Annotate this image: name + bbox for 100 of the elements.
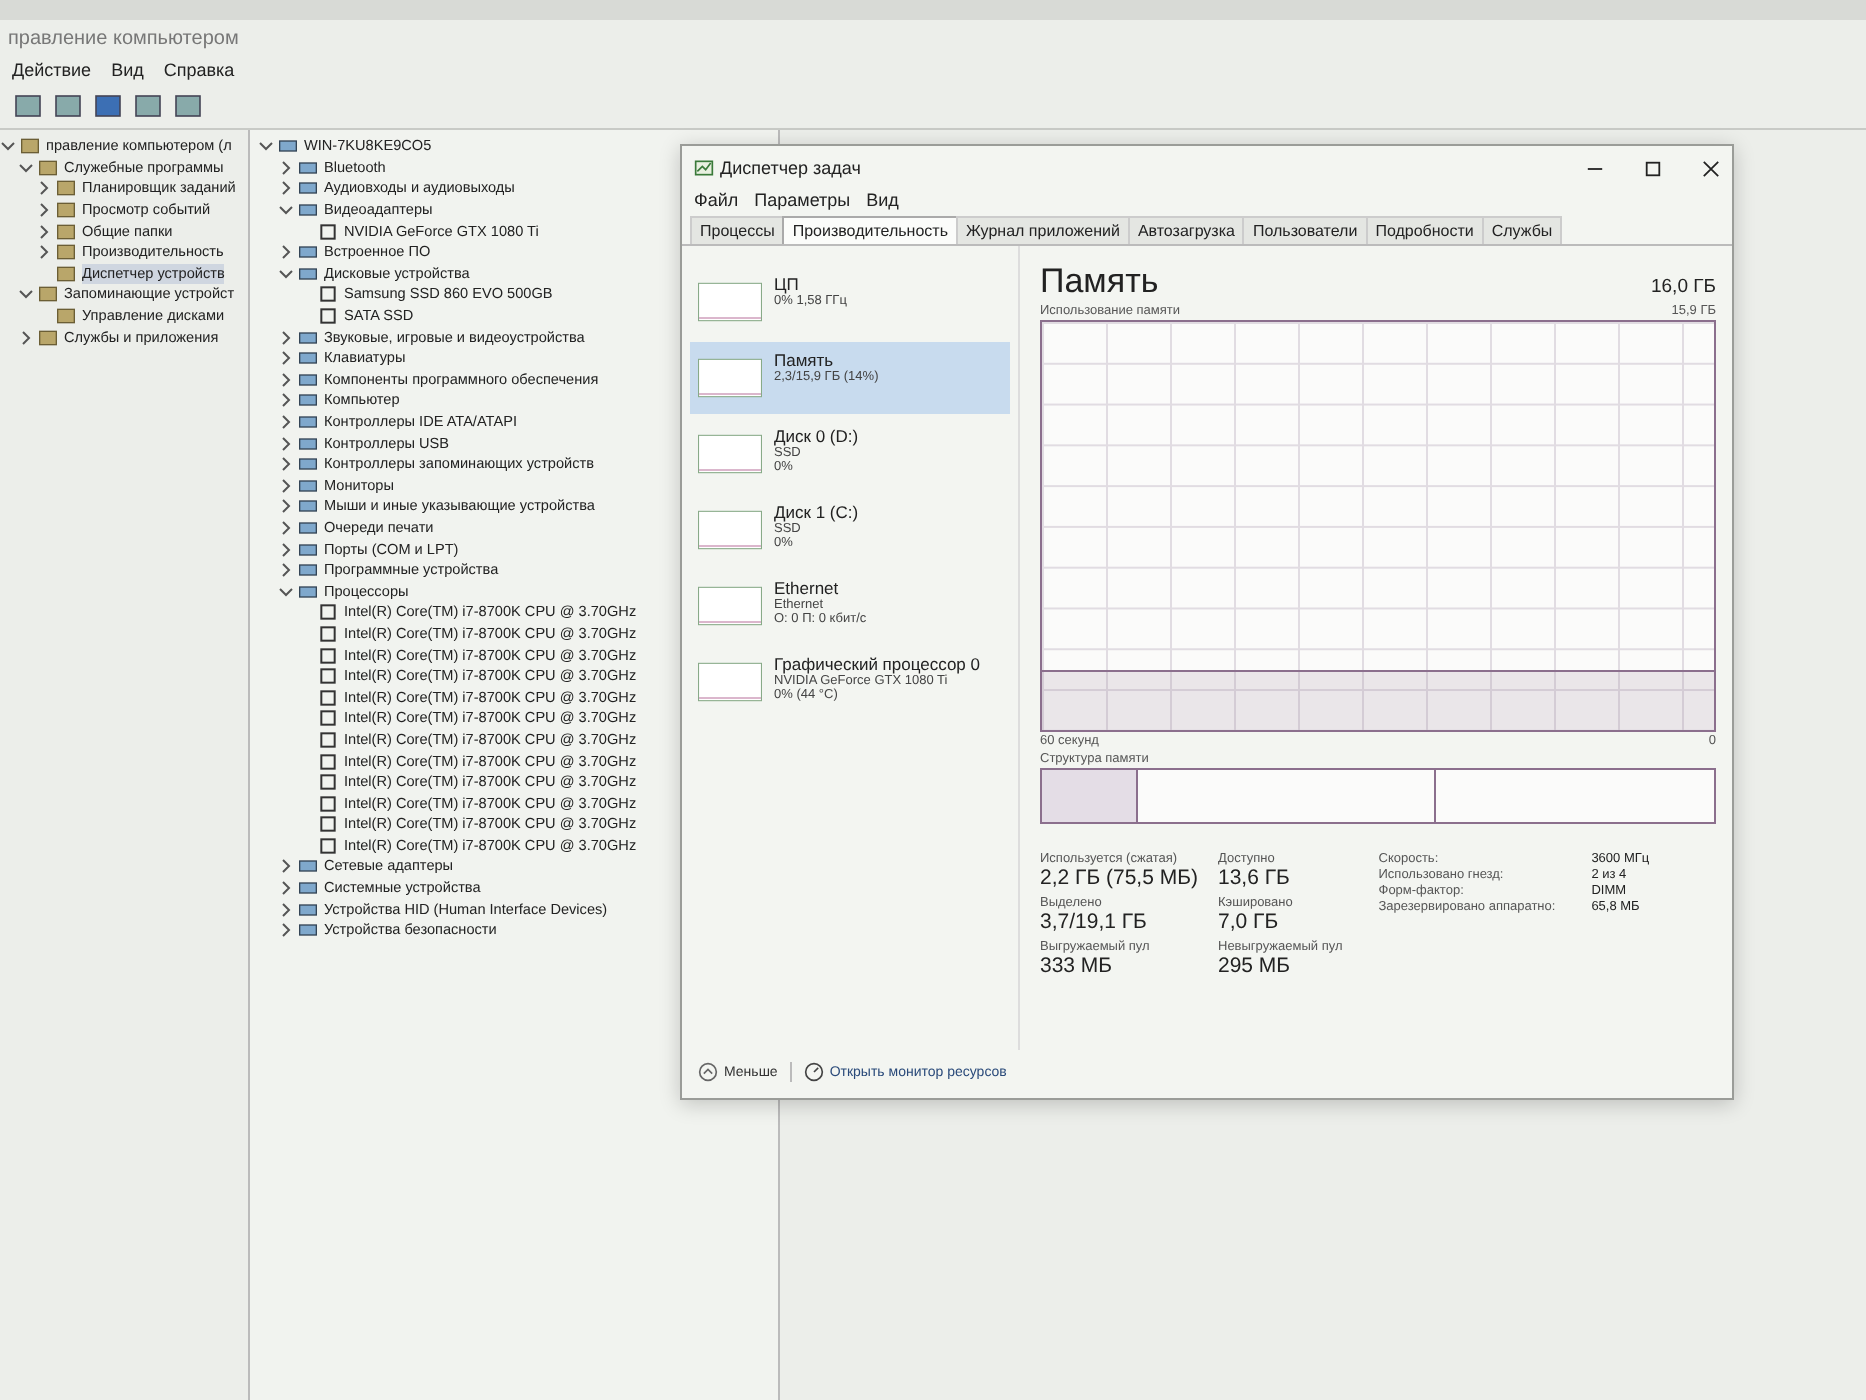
chevron-icon[interactable] bbox=[278, 180, 294, 197]
chevron-circle-icon bbox=[698, 1062, 718, 1082]
chevron-icon[interactable] bbox=[18, 286, 34, 303]
chevron-icon[interactable] bbox=[278, 901, 294, 918]
chip-icon bbox=[318, 708, 338, 729]
chevron-icon[interactable] bbox=[278, 519, 294, 536]
chip-icon bbox=[318, 772, 338, 793]
tab[interactable]: Производительность bbox=[782, 216, 958, 244]
tab[interactable]: Службы bbox=[1481, 216, 1563, 244]
menu-item[interactable]: Действие bbox=[12, 60, 92, 80]
chevron-icon[interactable] bbox=[278, 562, 294, 579]
tool-icon bbox=[20, 136, 40, 157]
stat-value: 3,7/19,1 ГБ bbox=[1040, 910, 1149, 934]
toolbar-icon[interactable] bbox=[132, 90, 164, 122]
device-icon bbox=[298, 369, 318, 390]
device-icon bbox=[298, 327, 318, 348]
tab[interactable]: Подробности bbox=[1365, 216, 1484, 244]
stat-value: 333 МБ bbox=[1040, 954, 1115, 978]
chevron-icon[interactable] bbox=[278, 244, 294, 261]
resource-name: Диск 0 (D:) bbox=[774, 426, 859, 446]
chevron-icon[interactable] bbox=[278, 880, 294, 897]
tool-icon bbox=[56, 263, 76, 284]
menu-item[interactable]: Вид bbox=[111, 60, 144, 80]
resource-name: Диск 1 (C:) bbox=[774, 502, 859, 522]
device-icon bbox=[298, 581, 318, 602]
chevron-icon[interactable] bbox=[36, 180, 52, 197]
device-icon bbox=[298, 200, 318, 221]
resource-name: Графический процессор 0 bbox=[774, 654, 981, 674]
chevron-icon[interactable] bbox=[278, 858, 294, 875]
chevron-icon[interactable] bbox=[18, 159, 34, 176]
chip-icon bbox=[318, 623, 338, 644]
chevron-icon[interactable] bbox=[278, 435, 294, 452]
menu-item[interactable]: Вид bbox=[866, 190, 899, 210]
toolbar-icon[interactable] bbox=[92, 90, 124, 122]
chip-icon bbox=[318, 793, 338, 814]
chevron-icon[interactable] bbox=[278, 583, 294, 600]
window-title: правление компьютером bbox=[8, 27, 239, 49]
device-icon bbox=[298, 263, 318, 284]
device-icon bbox=[298, 454, 318, 475]
device-icon bbox=[298, 348, 318, 369]
stat-value: 295 МБ bbox=[1218, 954, 1293, 978]
stat-value: 13,6 ГБ bbox=[1218, 866, 1292, 890]
chip-icon bbox=[318, 729, 338, 750]
device-icon bbox=[298, 899, 318, 920]
menu-item[interactable]: Параметры bbox=[754, 190, 851, 210]
menu-item[interactable]: Файл bbox=[694, 190, 739, 210]
chip-icon bbox=[318, 645, 338, 666]
maximize-icon[interactable] bbox=[1644, 159, 1662, 177]
menu-item[interactable]: Справка bbox=[163, 60, 235, 80]
chip-icon bbox=[318, 306, 338, 327]
tab[interactable]: Журнал приложений bbox=[956, 216, 1130, 244]
chip-icon bbox=[318, 687, 338, 708]
device-icon bbox=[278, 136, 298, 157]
panel-title: Память bbox=[1040, 262, 1159, 302]
chevron-icon[interactable] bbox=[278, 202, 294, 219]
chevron-icon[interactable] bbox=[278, 541, 294, 558]
resource-name: ЦП bbox=[774, 274, 801, 294]
tab[interactable]: Процессы bbox=[690, 216, 785, 244]
chip-icon bbox=[318, 284, 338, 305]
chevron-icon[interactable] bbox=[36, 244, 52, 261]
chip-icon bbox=[318, 814, 338, 835]
chevron-icon[interactable] bbox=[36, 202, 52, 219]
close-icon[interactable] bbox=[1702, 159, 1720, 177]
resource-name: Память bbox=[774, 350, 836, 370]
device-icon bbox=[298, 856, 318, 877]
device-icon bbox=[298, 178, 318, 199]
chevron-icon[interactable] bbox=[278, 159, 294, 176]
tool-icon bbox=[38, 284, 58, 305]
tool-icon bbox=[56, 242, 76, 263]
tool-icon bbox=[56, 221, 76, 242]
device-icon bbox=[298, 242, 318, 263]
toolbar-icon[interactable] bbox=[52, 90, 84, 122]
chevron-icon[interactable] bbox=[278, 392, 294, 409]
chevron-icon[interactable] bbox=[278, 329, 294, 346]
chevron-icon[interactable] bbox=[258, 138, 274, 155]
toolbar-icon[interactable] bbox=[12, 90, 44, 122]
chevron-icon[interactable] bbox=[278, 350, 294, 367]
chip-icon bbox=[318, 221, 338, 242]
chevron-icon[interactable] bbox=[0, 138, 16, 155]
chevron-icon[interactable] bbox=[278, 922, 294, 939]
chevron-icon[interactable] bbox=[278, 477, 294, 494]
tab[interactable]: Пользователи bbox=[1242, 216, 1368, 244]
toolbar-icon[interactable] bbox=[172, 90, 204, 122]
device-icon bbox=[298, 157, 318, 178]
device-icon bbox=[298, 412, 318, 433]
chip-icon bbox=[318, 666, 338, 687]
tab[interactable]: Автозагрузка bbox=[1127, 216, 1245, 244]
chevron-icon[interactable] bbox=[278, 371, 294, 388]
chevron-icon[interactable] bbox=[278, 498, 294, 515]
device-icon bbox=[298, 496, 318, 517]
tool-icon bbox=[56, 306, 76, 327]
chevron-icon[interactable] bbox=[278, 265, 294, 282]
chevron-icon[interactable] bbox=[36, 223, 52, 240]
device-icon bbox=[298, 390, 318, 411]
chevron-icon[interactable] bbox=[18, 329, 34, 346]
chevron-icon[interactable] bbox=[278, 414, 294, 431]
chevron-icon[interactable] bbox=[278, 456, 294, 473]
device-icon bbox=[298, 433, 318, 454]
device-icon bbox=[298, 539, 318, 560]
stat-value: 7,0 ГБ bbox=[1218, 910, 1281, 934]
